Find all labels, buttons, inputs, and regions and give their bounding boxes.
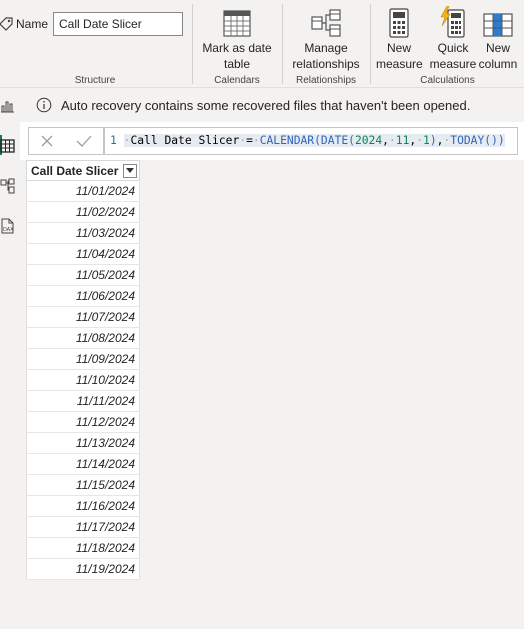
calendar-table-icon [223, 10, 251, 37]
new-column-button[interactable]: New column [478, 4, 518, 72]
table-row[interactable]: 11/11/2024 [26, 391, 140, 412]
structure-group-label: Structure [74, 75, 116, 86]
calculator-icon [389, 8, 409, 38]
info-bar: Auto recovery contains some recovered fi… [20, 88, 524, 122]
report-view-icon[interactable] [0, 98, 16, 114]
filter-dropdown-button[interactable] [123, 163, 137, 178]
info-message: Auto recovery contains some recovered fi… [61, 97, 471, 113]
svg-text:DAX: DAX [3, 227, 14, 233]
table-row[interactable]: 11/03/2024 [26, 223, 140, 244]
mark-as-date-table-label-2: table [223, 57, 251, 71]
relationships-group-label: Relationships [295, 75, 357, 86]
calculations-group: New measure Quick measure New column Cal… [371, 0, 524, 88]
formula-day: 1 [423, 134, 430, 147]
formula-editor[interactable]: 1 ·Call Date Slicer·=·CALENDAR(DATE(2024… [104, 127, 518, 155]
formula-table-name: Call Date Slicer [130, 134, 240, 147]
tag-icon [0, 17, 13, 31]
manage-relationships-button[interactable]: Manage relationships [283, 4, 369, 72]
name-row: Name [0, 12, 184, 36]
formula-year: 2024 [354, 134, 383, 147]
table-view-window: Name Structure [0, 0, 524, 629]
formula-date-fn: DATE( [320, 134, 355, 147]
formula-line-number: 1 [110, 134, 117, 147]
name-label: Name [16, 17, 49, 31]
new-measure-label-2: measure [376, 57, 423, 71]
table-row[interactable]: 11/08/2024 [26, 328, 140, 349]
table-row[interactable]: 11/19/2024 [26, 559, 140, 580]
table-row[interactable]: 11/15/2024 [26, 475, 140, 496]
relationships-group: Manage relationships Relationships [283, 0, 369, 88]
whitespace-marker: · [416, 134, 424, 147]
manage-relationships-icon [311, 9, 341, 37]
formula-commit-buttons [28, 127, 104, 155]
table-row[interactable]: 11/12/2024 [26, 412, 140, 433]
chevron-down-icon [126, 167, 134, 173]
cancel-icon[interactable] [40, 134, 54, 148]
quick-measure-label-2: measure [429, 57, 477, 71]
table-row[interactable]: 11/18/2024 [26, 538, 140, 559]
dax-query-view-icon[interactable]: DAX [0, 218, 16, 234]
formula-code: ·Call Date Slicer·=·CALENDAR(DATE(2024,·… [123, 134, 505, 147]
quick-measure-icon [440, 6, 465, 38]
quick-measure-button[interactable]: Quick measure [429, 4, 477, 72]
table-row[interactable]: 11/16/2024 [26, 496, 140, 517]
mark-as-date-table-button[interactable]: Mark as date table [193, 4, 281, 72]
formula-calendar-fn: CALENDAR( [259, 134, 321, 147]
view-switcher: DAX [0, 88, 20, 629]
table-row[interactable]: 11/07/2024 [26, 307, 140, 328]
table-row[interactable]: 11/09/2024 [26, 349, 140, 370]
structure-group: Name Structure [0, 0, 190, 88]
column-header[interactable]: Call Date Slicer [26, 160, 140, 181]
ribbon: Name Structure [0, 0, 524, 88]
formula-comma: , [382, 134, 389, 147]
table-view-icon[interactable] [0, 138, 16, 154]
table-row[interactable]: 11/05/2024 [26, 265, 140, 286]
calendars-group-label: Calendars [214, 75, 260, 86]
commit-check-icon[interactable] [75, 134, 93, 148]
model-view-icon[interactable] [0, 178, 16, 194]
table-row[interactable]: 11/04/2024 [26, 244, 140, 265]
table-row[interactable]: 11/17/2024 [26, 517, 140, 538]
formula-bar: 1 ·Call Date Slicer·=·CALENDAR(DATE(2024… [20, 122, 524, 160]
quick-measure-label-1: Quick [437, 41, 469, 55]
table-row[interactable]: 11/01/2024 [26, 181, 140, 202]
table-row[interactable]: 11/06/2024 [26, 286, 140, 307]
new-column-label-2: column [478, 57, 518, 71]
data-grid-area: Call Date Slicer 11/01/2024 11/02/2024 11/… [20, 160, 524, 629]
data-table: Call Date Slicer 11/01/2024 11/02/2024 11/… [26, 160, 140, 580]
column-header-label: Call Date Slicer [31, 163, 119, 178]
formula-today-fn: TODAY() [450, 134, 498, 147]
table-row[interactable]: 11/10/2024 [26, 370, 140, 391]
new-measure-button[interactable]: New measure [376, 4, 423, 72]
info-icon [36, 97, 52, 113]
formula-close-paren: ) [429, 134, 437, 147]
new-column-icon [483, 13, 513, 37]
table-row[interactable]: 11/02/2024 [26, 202, 140, 223]
calculations-group-label: Calculations [420, 75, 475, 86]
table-row[interactable]: 11/13/2024 [26, 433, 140, 454]
new-measure-label-1: New [386, 41, 411, 55]
table-row[interactable]: 11/14/2024 [26, 454, 140, 475]
calendars-group: Mark as date table Calendars [193, 0, 281, 88]
table-name-input[interactable] [53, 12, 184, 36]
manage-relationships-label-1: Manage [304, 41, 348, 55]
formula-close-paren: ) [497, 134, 505, 147]
whitespace-marker: · [388, 134, 396, 147]
table-rows: 11/01/2024 11/02/2024 11/03/2024 11/04/2024… [26, 181, 140, 580]
whitespace-marker: · [252, 134, 260, 147]
new-column-label-1: New [485, 41, 510, 55]
manage-relationships-label-2: relationships [292, 57, 360, 71]
formula-equals: = [246, 134, 253, 147]
formula-month: 11 [395, 134, 410, 147]
mark-as-date-table-label-1: Mark as date [202, 41, 272, 55]
